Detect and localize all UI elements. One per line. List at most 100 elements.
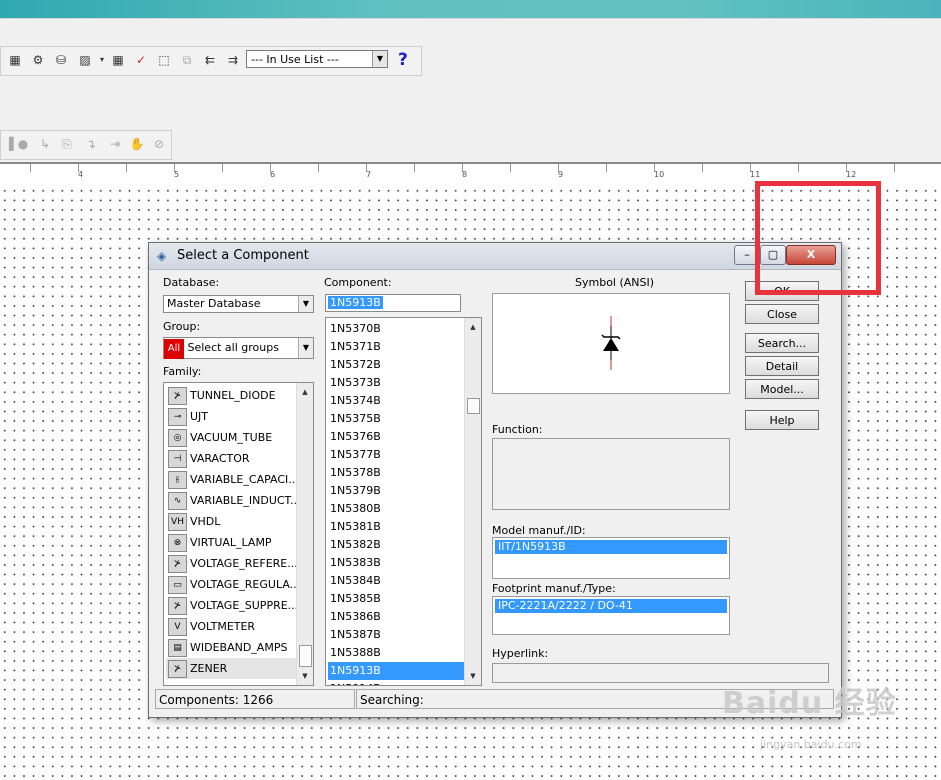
- scroll-thumb[interactable]: [467, 398, 480, 414]
- ruler-tick: [750, 164, 751, 172]
- voltage-reference-icon: ⊁: [168, 555, 187, 573]
- detail-report-button[interactable]: Detail Report: [745, 356, 819, 393]
- highlight-box: [755, 181, 881, 295]
- ruler-tick: [798, 164, 799, 172]
- erc-icon[interactable]: ✓: [133, 52, 149, 68]
- component-item[interactable]: 1N5385B: [328, 590, 465, 608]
- scroll-up-icon[interactable]: ▲: [297, 385, 313, 399]
- chevron-down-icon[interactable]: ▼: [298, 338, 313, 358]
- wideband-amps-icon: ▤: [168, 639, 187, 657]
- family-list[interactable]: ⊁ ZENER ▤ WIDEBAND_AMPS V VOLTMETER ⊁ VOLTAGE_S…: [163, 382, 314, 686]
- family-item-label: VOLTAGE_REFERE...: [190, 557, 298, 570]
- ruler-tick: [702, 164, 703, 172]
- comment-icon[interactable]: ⎘: [59, 136, 75, 152]
- family-item-label: VARIABLE_CAPACI...: [190, 473, 299, 486]
- back-annotate-icon[interactable]: ⇇: [202, 52, 218, 68]
- component-item[interactable]: 1N5371B: [328, 338, 465, 356]
- symbol-label: Symbol (ANSI): [575, 276, 655, 289]
- family-item[interactable]: ⊁ ZENER: [166, 658, 298, 679]
- component-item[interactable]: 1N5380B: [328, 500, 465, 518]
- family-item[interactable]: V VOLTMETER: [166, 616, 296, 637]
- probe-icon[interactable]: ⊘: [151, 136, 167, 152]
- selection-icon[interactable]: ⬚: [156, 52, 172, 68]
- ruler-tick: [174, 164, 175, 172]
- chevron-down-icon[interactable]: ▼: [298, 296, 313, 312]
- family-item[interactable]: ◎ VACUUM_TUBE: [166, 427, 296, 448]
- component-item[interactable]: 1N5386B: [328, 608, 465, 626]
- step-out-icon[interactable]: ⇥: [107, 136, 123, 152]
- copy-icon[interactable]: ⧉: [179, 52, 195, 68]
- component-item[interactable]: 1N5383B: [328, 554, 465, 572]
- help-button[interactable]: Help: [745, 410, 819, 430]
- step-over-icon[interactable]: ↴: [83, 136, 99, 152]
- family-scrollbar[interactable]: ▲ ▼: [296, 383, 313, 685]
- component-item[interactable]: 1N5914B: [328, 680, 465, 685]
- component-scrollbar[interactable]: ▲ ▼: [464, 318, 481, 685]
- family-item[interactable]: ⊁ VOLTAGE_SUPPRE...: [166, 595, 298, 616]
- component-item[interactable]: 1N5388B: [328, 644, 465, 662]
- postprocessor-icon[interactable]: ▦: [110, 52, 126, 68]
- in-use-list-select[interactable]: --- In Use List --- ▼: [246, 50, 388, 68]
- function-label: Function:: [492, 423, 543, 436]
- component-item[interactable]: 1N5376B: [328, 428, 465, 446]
- component-item[interactable]: 1N5374B: [328, 392, 465, 410]
- family-item[interactable]: ▤ WIDEBAND_AMPS: [166, 637, 296, 658]
- component-wizard-icon[interactable]: ⚙: [30, 52, 46, 68]
- grapher-dropdown-icon[interactable]: ▾: [94, 52, 110, 68]
- forward-annotate-icon[interactable]: ⇉: [225, 52, 241, 68]
- family-item[interactable]: ⊣ VARACTOR: [166, 448, 296, 469]
- component-search-input[interactable]: 1N5913B: [325, 294, 461, 312]
- family-item-label: VARIABLE_INDUCT...: [190, 494, 301, 507]
- database-icon[interactable]: ⛁: [53, 52, 69, 68]
- family-item[interactable]: ⊁ VOLTAGE_REFERE...: [166, 553, 298, 574]
- scroll-down-icon[interactable]: ▼: [297, 669, 313, 683]
- component-item[interactable]: 1N5373B: [328, 374, 465, 392]
- model-list[interactable]: IIT/1N5913B: [492, 537, 730, 579]
- component-list[interactable]: 1N5914B1N5913B1N5388B1N5387B1N5386B1N538…: [325, 317, 482, 686]
- zener-diode-symbol-icon: [601, 316, 621, 370]
- component-item[interactable]: 1N5382B: [328, 536, 465, 554]
- family-item[interactable]: VH VHDL: [166, 511, 296, 532]
- group-select[interactable]: All Select all groups ▼: [163, 337, 314, 359]
- search-button[interactable]: Search...: [745, 333, 819, 353]
- spreadsheet-icon[interactable]: ▦: [7, 52, 23, 68]
- family-item-label: VIRTUAL_LAMP: [190, 536, 272, 549]
- scroll-up-icon[interactable]: ▲: [465, 320, 481, 334]
- group-value: Select all groups: [187, 341, 279, 354]
- component-item[interactable]: 1N5375B: [328, 410, 465, 428]
- chevron-down-icon[interactable]: ▼: [372, 51, 387, 67]
- database-select[interactable]: Master Database ▼: [163, 295, 314, 313]
- component-item[interactable]: 1N5387B: [328, 626, 465, 644]
- family-item[interactable]: ⊁ TUNNEL_DIODE: [166, 385, 296, 406]
- step-into-icon[interactable]: ↳: [37, 136, 53, 152]
- family-item[interactable]: ⊸ UJT: [166, 406, 296, 427]
- scroll-thumb[interactable]: [299, 645, 312, 667]
- component-item[interactable]: 1N5384B: [328, 572, 465, 590]
- model-item[interactable]: IIT/1N5913B: [495, 540, 727, 554]
- family-item[interactable]: ∿ VARIABLE_INDUCT...: [166, 490, 300, 511]
- component-item[interactable]: 1N5377B: [328, 446, 465, 464]
- close-button[interactable]: Close: [745, 304, 819, 324]
- hand-icon[interactable]: ✋: [129, 136, 145, 152]
- component-item[interactable]: 1N5370B: [328, 320, 465, 338]
- model-button[interactable]: Model...: [745, 379, 819, 399]
- select-component-dialog: ◈ Select a Component – ▢ X Database: Mas…: [148, 242, 842, 718]
- component-item[interactable]: 1N5913B: [328, 662, 465, 680]
- footprint-item[interactable]: IPC-2221A/2222 / DO-41: [495, 599, 727, 613]
- component-item[interactable]: 1N5381B: [328, 518, 465, 536]
- component-item[interactable]: 1N5378B: [328, 464, 465, 482]
- scroll-down-icon[interactable]: ▼: [465, 669, 481, 683]
- component-item[interactable]: 1N5379B: [328, 482, 465, 500]
- breakpoint-icon[interactable]: ●: [15, 136, 31, 152]
- dialog-title-bar[interactable]: ◈ Select a Component – ▢ X: [149, 243, 841, 270]
- ruler-tick: [462, 164, 463, 172]
- family-item[interactable]: ⊗ VIRTUAL_LAMP: [166, 532, 296, 553]
- family-item[interactable]: ▭ VOLTAGE_REGULA...: [166, 574, 300, 595]
- family-item[interactable]: ⫲ VARIABLE_CAPACI...: [166, 469, 299, 490]
- grapher-icon[interactable]: ▨: [77, 52, 93, 68]
- footprint-list[interactable]: IPC-2221A/2222 / DO-41: [492, 596, 730, 635]
- help-icon[interactable]: ?: [398, 50, 408, 70]
- database-label: Database:: [163, 276, 220, 289]
- component-item[interactable]: 1N5372B: [328, 356, 465, 374]
- database-value: Master Database: [167, 297, 261, 310]
